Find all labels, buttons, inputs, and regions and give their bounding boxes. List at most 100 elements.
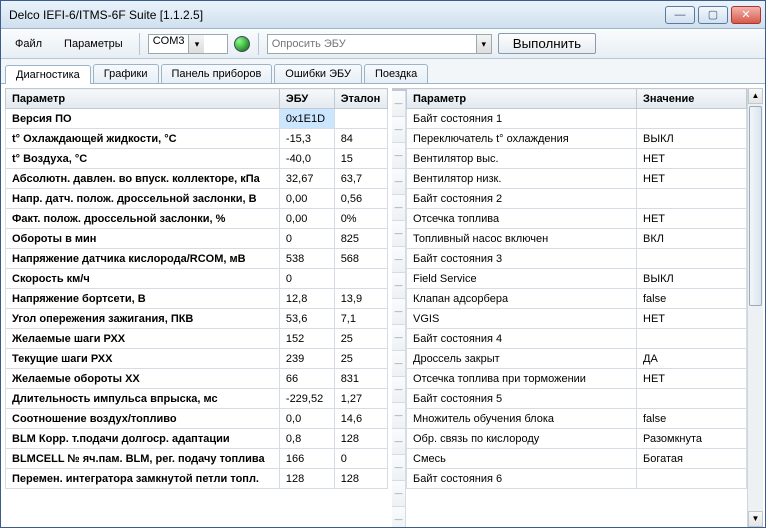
row-handle[interactable]: — [392, 247, 406, 273]
param-name: Байт состояния 4 [407, 329, 637, 349]
tab-charts[interactable]: Графики [93, 64, 159, 83]
table-row[interactable]: Отсечка топливаНЕТ [407, 209, 747, 229]
chevron-down-icon[interactable]: ▾ [476, 35, 491, 53]
table-row[interactable]: Байт состояния 3 [407, 249, 747, 269]
col-ecu[interactable]: ЭБУ [279, 89, 334, 109]
ecu-value: 152 [279, 329, 334, 349]
table-row[interactable]: Байт состояния 2 [407, 189, 747, 209]
tab-dashboard[interactable]: Панель приборов [161, 64, 273, 83]
table-row[interactable]: BLM Корр. т.подачи долгоср. адаптации0,8… [6, 429, 388, 449]
row-handle[interactable]: — [392, 221, 406, 247]
chevron-down-icon[interactable]: ▾ [188, 35, 204, 53]
app-window: Delco IEFI-6/ITMS-6F Suite [1.1.2.5] — ▢… [0, 0, 766, 528]
table-row[interactable]: Напряжение бортсети, В12,813,9 [6, 289, 388, 309]
table-row[interactable]: Множитель обучения блокаfalse [407, 409, 747, 429]
tab-trip[interactable]: Поездка [364, 64, 428, 83]
table-row[interactable]: Напр. датч. полож. дроссельной заслонки,… [6, 189, 388, 209]
param-name: Байт состояния 3 [407, 249, 637, 269]
execute-button[interactable]: Выполнить [498, 33, 596, 54]
row-handle[interactable]: — [392, 481, 406, 507]
close-button[interactable]: ✕ [731, 6, 761, 24]
table-row[interactable]: СмесьБогатая [407, 449, 747, 469]
table-row[interactable]: Байт состояния 4 [407, 329, 747, 349]
table-row[interactable]: VGISНЕТ [407, 309, 747, 329]
scroll-thumb[interactable] [749, 106, 762, 306]
table-row[interactable]: Field ServiceВЫКЛ [407, 269, 747, 289]
param-name: t° Воздуха, °С [6, 149, 280, 169]
table-row[interactable]: Текущие шаги РХХ23925 [6, 349, 388, 369]
table-row[interactable]: Переключатель t° охлажденияВЫКЛ [407, 129, 747, 149]
table-row[interactable]: Дроссель закрытДА [407, 349, 747, 369]
table-row[interactable]: BLMCELL № яч.пам. BLM, рег. подачу топли… [6, 449, 388, 469]
row-handle[interactable]: — [392, 91, 406, 117]
table-row[interactable]: Угол опережения зажигания, ПКВ53,67,1 [6, 309, 388, 329]
param-name: Абсолютн. давлен. во впуск. коллекторе, … [6, 169, 280, 189]
row-handle[interactable]: — [392, 507, 406, 527]
row-handle[interactable]: — [392, 169, 406, 195]
ecu-value: -40,0 [279, 149, 334, 169]
param-value [637, 109, 747, 129]
table-row[interactable]: Абсолютн. давлен. во впуск. коллекторе, … [6, 169, 388, 189]
command-input[interactable] [268, 35, 476, 53]
scrollbar[interactable]: ▲ ▼ [747, 88, 763, 527]
tab-diagnostics[interactable]: Диагностика [5, 65, 91, 84]
minimize-button[interactable]: — [665, 6, 695, 24]
col-param[interactable]: Параметр [407, 89, 637, 109]
table-row[interactable]: Напряжение датчика кислорода/RCOM, мВ538… [6, 249, 388, 269]
col-ref[interactable]: Эталон [334, 89, 387, 109]
ecu-value: 53,6 [279, 309, 334, 329]
row-handle[interactable]: — [392, 403, 406, 429]
table-row[interactable]: Обр. связь по кислородуРазомкнута [407, 429, 747, 449]
param-value: НЕТ [637, 209, 747, 229]
table-row[interactable]: Клапан адсорбераfalse [407, 289, 747, 309]
scroll-up-icon[interactable]: ▲ [748, 88, 763, 104]
maximize-button[interactable]: ▢ [698, 6, 728, 24]
row-handle[interactable]: — [392, 351, 406, 377]
table-row[interactable]: Вентилятор низк.НЕТ [407, 169, 747, 189]
col-param[interactable]: Параметр [6, 89, 280, 109]
row-handle[interactable]: — [392, 455, 406, 481]
param-value [637, 329, 747, 349]
tab-errors[interactable]: Ошибки ЭБУ [274, 64, 362, 83]
table-row[interactable]: Вентилятор выс.НЕТ [407, 149, 747, 169]
table-row[interactable]: Перемен. интегратора замкнутой петли топ… [6, 469, 388, 489]
row-handle[interactable]: — [392, 429, 406, 455]
scroll-down-icon[interactable]: ▼ [748, 511, 763, 527]
command-select[interactable]: ▾ [267, 34, 492, 54]
menu-file[interactable]: Файл [7, 35, 50, 53]
ref-value: 825 [334, 229, 387, 249]
table-row[interactable]: Длительность импульса впрыска, мс-229,52… [6, 389, 388, 409]
menu-params[interactable]: Параметры [56, 35, 131, 53]
table-row[interactable]: t° Воздуха, °С-40,015 [6, 149, 388, 169]
row-handle[interactable]: — [392, 273, 406, 299]
table-row[interactable]: Обороты в мин0825 [6, 229, 388, 249]
table-row[interactable]: t° Охлаждающей жидкости, °С-15,384 [6, 129, 388, 149]
table-row[interactable]: Топливный насос включенВКЛ [407, 229, 747, 249]
ref-value [334, 109, 387, 129]
ecu-value: 0x1E1D [279, 109, 334, 129]
table-row[interactable]: Версия ПО0x1E1D [6, 109, 388, 129]
row-handle[interactable]: — [392, 299, 406, 325]
param-name: Желаемые шаги РХХ [6, 329, 280, 349]
row-handle[interactable]: — [392, 143, 406, 169]
table-row[interactable]: Байт состояния 6 [407, 469, 747, 489]
row-handle[interactable]: — [392, 325, 406, 351]
row-handle[interactable]: — [392, 377, 406, 403]
table-row[interactable]: Желаемые обороты ХХ66831 [6, 369, 388, 389]
row-handle[interactable]: — [392, 117, 406, 143]
table-row[interactable]: Скорость км/ч0 [6, 269, 388, 289]
com-port-select[interactable]: COM3 ▾ [148, 34, 228, 54]
table-row[interactable]: Факт. полож. дроссельной заслонки, %0,00… [6, 209, 388, 229]
scroll-track[interactable] [748, 104, 763, 511]
table-row[interactable]: Желаемые шаги РХХ15225 [6, 329, 388, 349]
ref-value: 568 [334, 249, 387, 269]
row-handle[interactable]: — [392, 195, 406, 221]
ref-value: 25 [334, 349, 387, 369]
table-row[interactable]: Байт состояния 1 [407, 109, 747, 129]
param-name: Соотношение воздух/топливо [6, 409, 280, 429]
table-row[interactable]: Соотношение воздух/топливо0,014,6 [6, 409, 388, 429]
table-row[interactable]: Байт состояния 5 [407, 389, 747, 409]
table-row[interactable]: Отсечка топлива при торможенииНЕТ [407, 369, 747, 389]
col-value[interactable]: Значение [637, 89, 747, 109]
param-name: Факт. полож. дроссельной заслонки, % [6, 209, 280, 229]
